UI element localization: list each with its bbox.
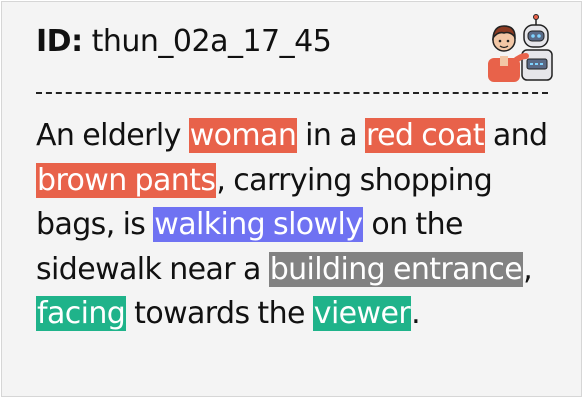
highlight-red-coat: red coat — [365, 118, 485, 153]
caption-segment: and — [484, 118, 548, 153]
caption-text: An elderly woman in a red coat and brown… — [36, 114, 566, 337]
person-and-robot-icon — [488, 14, 553, 82]
caption-segment: , — [523, 251, 533, 287]
highlight-viewer: viewer — [312, 296, 412, 331]
caption-segment: . — [411, 296, 421, 331]
caption-segment: An elderly — [36, 118, 189, 153]
id-label: ID: — [36, 24, 83, 59]
dashed-divider — [36, 92, 548, 94]
highlight-facing: facing — [36, 296, 127, 331]
highlight-building-entrance: building entrance — [268, 251, 524, 287]
id-line: ID: thun_02a_17_45 — [36, 24, 332, 59]
highlight-brown-pants: brown pants — [36, 162, 217, 198]
caption-segment: towards the — [126, 296, 313, 331]
highlight-woman: woman — [188, 118, 298, 153]
caption-card: ID: thun_02a_17_45 An elderly woman in a… — [1, 1, 582, 397]
id-value: thun_02a_17_45 — [91, 24, 332, 59]
highlight-walking-slowly: walking slowly — [153, 207, 364, 242]
caption-segment: in a — [297, 118, 365, 153]
